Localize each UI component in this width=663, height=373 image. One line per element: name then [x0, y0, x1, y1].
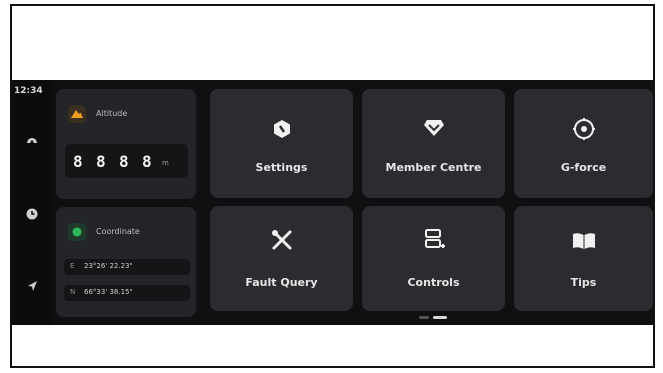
- tile-fault-query[interactable]: Fault Query: [210, 206, 353, 311]
- location-dot-icon: [72, 227, 82, 237]
- side-rail: 12:34: [12, 80, 52, 325]
- altitude-badge: [68, 105, 86, 123]
- altitude-widget[interactable]: Altitude 8 8 8 8 m: [56, 89, 196, 199]
- tile-label: Settings: [255, 161, 308, 174]
- mountain-icon: [71, 110, 83, 118]
- coordinate-direction: E: [70, 262, 75, 270]
- tile-label: Tips: [570, 276, 597, 289]
- altitude-unit: m: [162, 159, 169, 167]
- page-dot[interactable]: [419, 316, 429, 319]
- book-icon: [572, 232, 596, 254]
- tools-icon: [270, 228, 294, 256]
- tile-label: Member Centre: [385, 161, 482, 174]
- status-time: 12:34: [14, 86, 43, 96]
- settings-icon: [273, 119, 291, 143]
- altitude-title: Altitude: [96, 109, 128, 118]
- navigation-icon[interactable]: [25, 278, 39, 292]
- clock-icon[interactable]: [25, 206, 39, 220]
- tile-g-force[interactable]: G-force: [514, 89, 653, 198]
- controls-icon: [423, 228, 445, 256]
- coordinate-row-east: E 23°26' 22.23": [64, 259, 190, 275]
- coordinate-direction: N: [70, 288, 76, 296]
- tile-label: G-force: [560, 161, 607, 174]
- altitude-digit: 8: [96, 152, 106, 171]
- dashboard-icon[interactable]: [25, 132, 39, 146]
- coordinate-value: 66°33' 38.15": [84, 288, 133, 296]
- member-diamond-icon: [423, 119, 445, 141]
- coordinate-row-north: N 66°33' 38.15": [64, 285, 190, 301]
- altitude-digit: 8: [119, 152, 129, 171]
- g-force-icon: [572, 117, 596, 145]
- altitude-digit: 8: [142, 152, 152, 171]
- coordinate-title: Coordinate: [96, 227, 140, 236]
- coordinate-badge: [68, 223, 86, 241]
- tile-settings[interactable]: Settings: [210, 89, 353, 198]
- coordinate-widget[interactable]: Coordinate E 23°26' 22.23" N 66°33' 38.1…: [56, 207, 196, 317]
- screen: 12:34 Altitude 8 8 8 8 m Coordinate E 23…: [12, 80, 653, 325]
- tile-label: Controls: [407, 276, 460, 289]
- tile-controls[interactable]: Controls: [362, 206, 505, 311]
- page-indicator[interactable]: [419, 316, 449, 320]
- tile-member-centre[interactable]: Member Centre: [362, 89, 505, 198]
- altitude-display: 8 8 8 8 m: [65, 144, 188, 178]
- coordinate-value: 23°26' 22.23": [84, 262, 133, 270]
- tile-tips[interactable]: Tips: [514, 206, 653, 311]
- page-dot-active[interactable]: [433, 316, 447, 319]
- tile-label: Fault Query: [245, 276, 318, 289]
- altitude-digit: 8: [73, 152, 83, 171]
